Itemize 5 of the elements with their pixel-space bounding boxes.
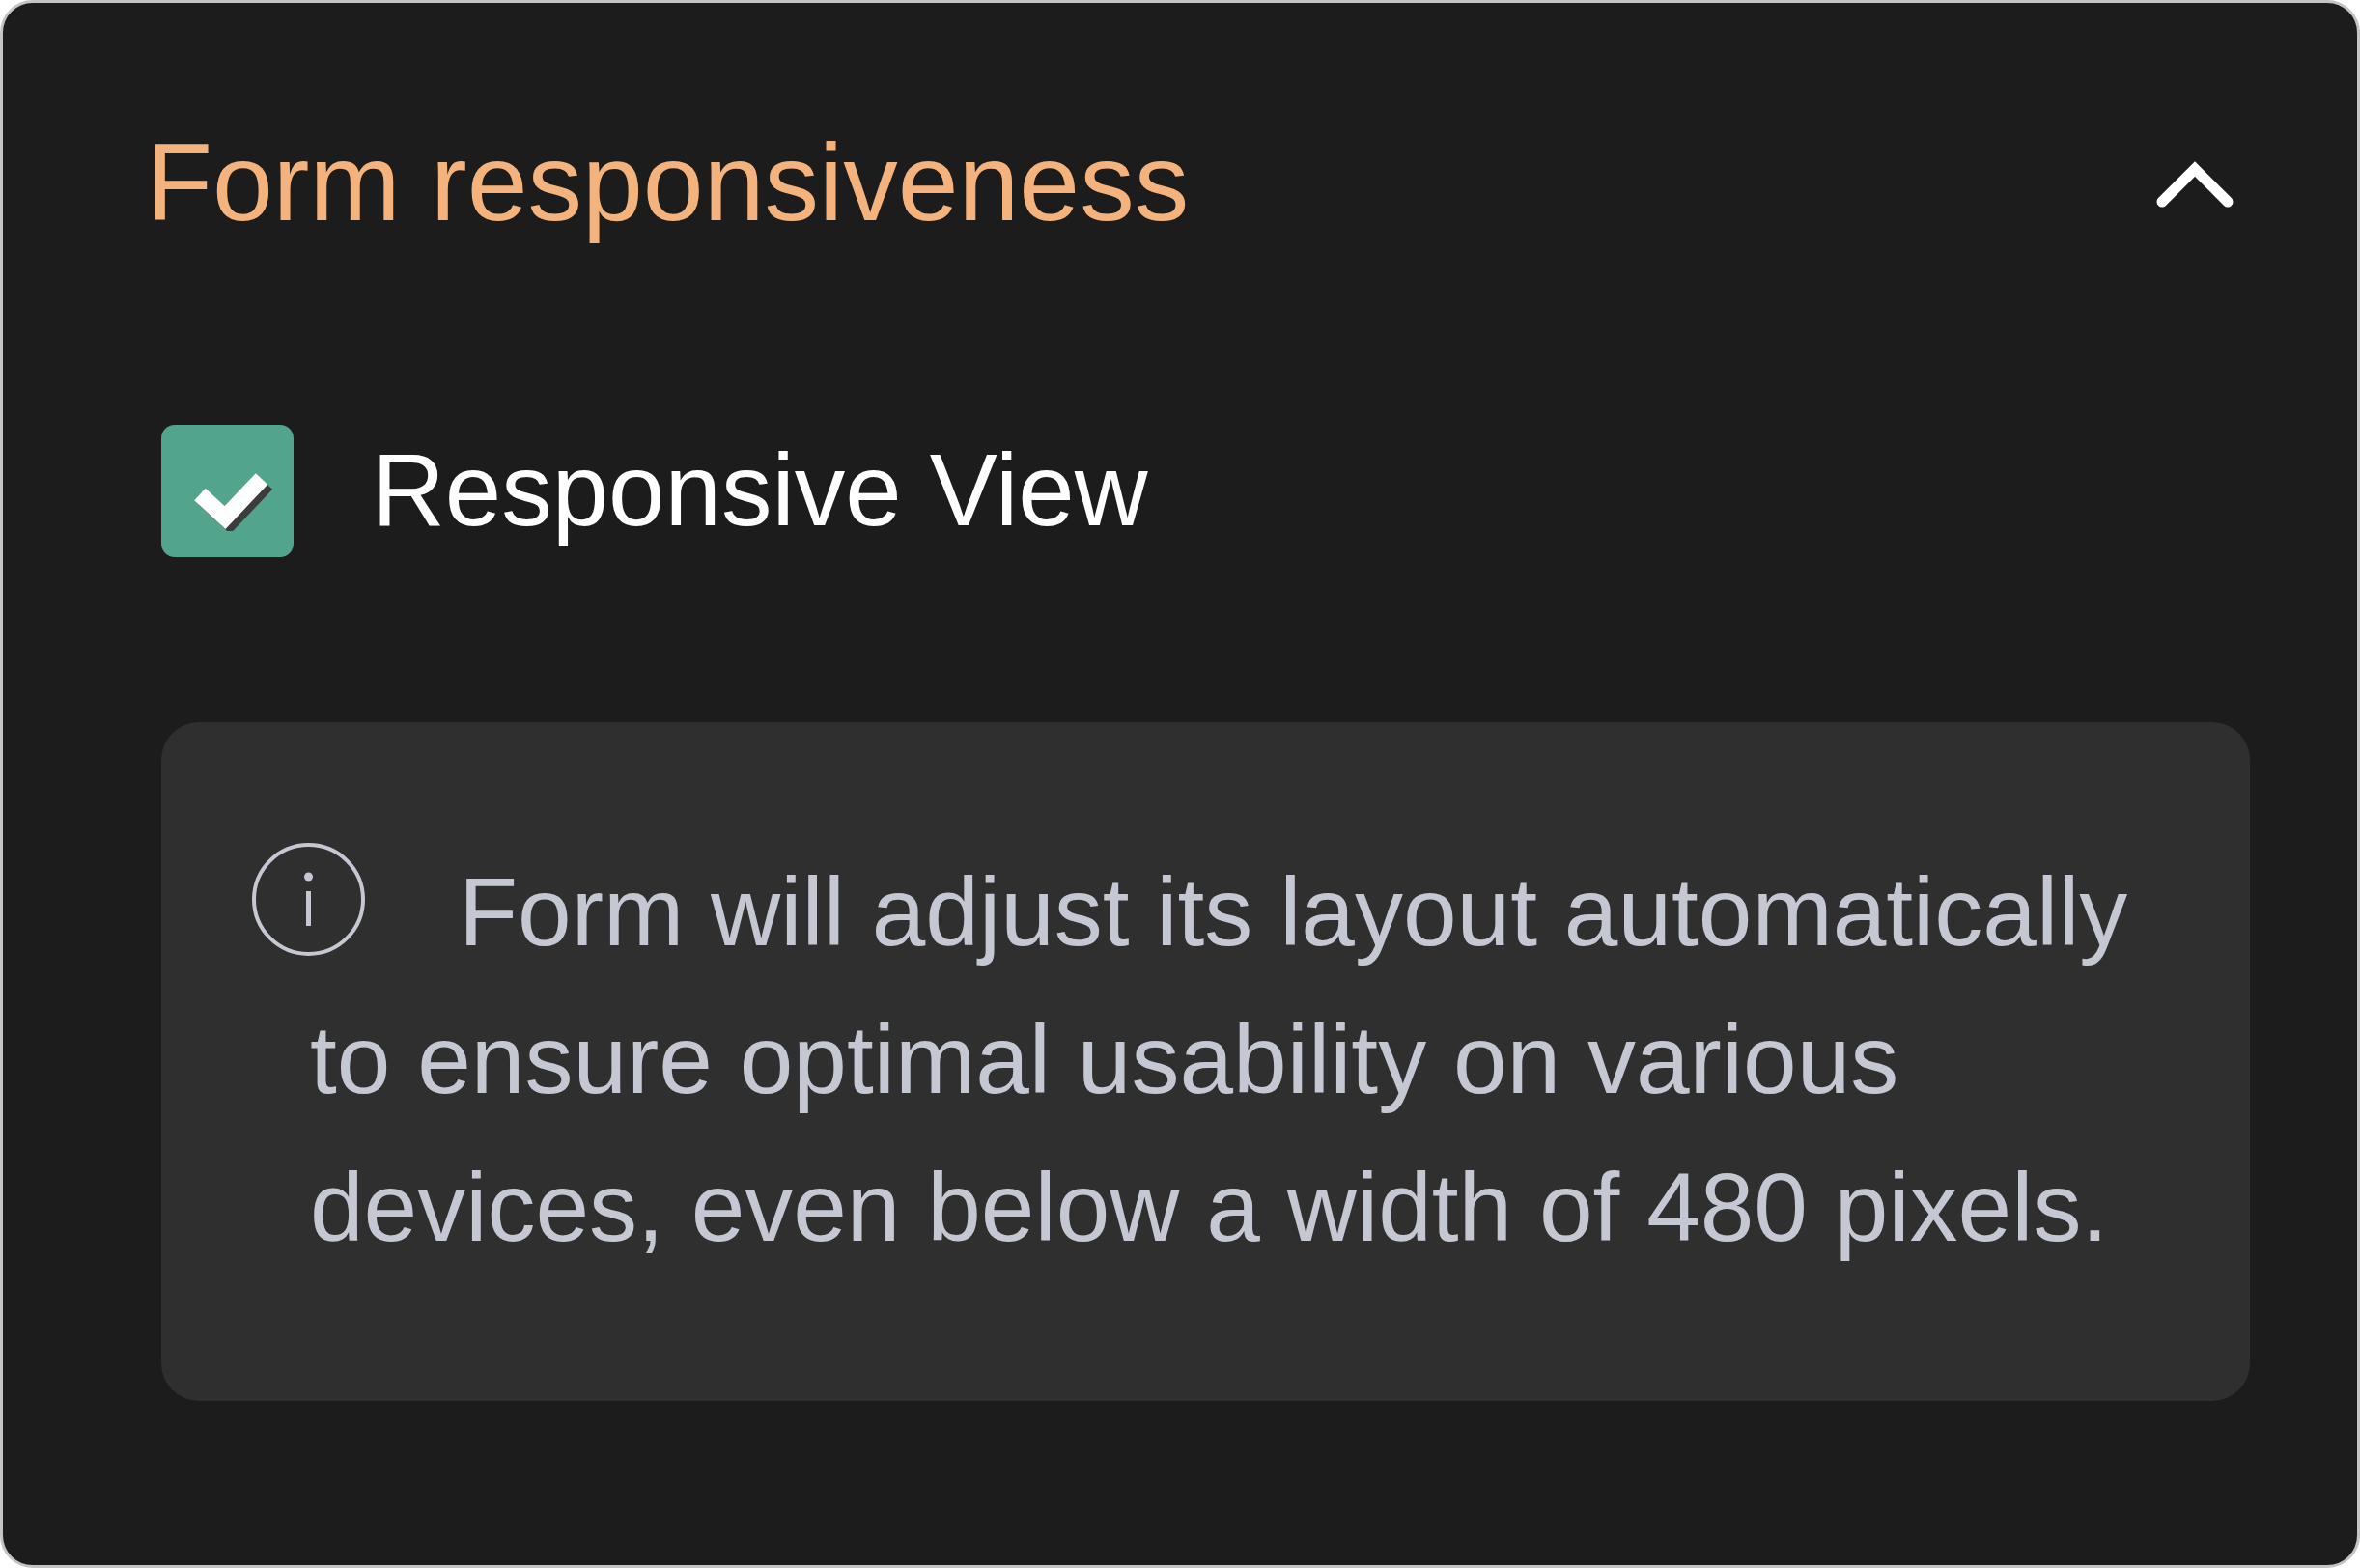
section-title: Form responsiveness bbox=[146, 121, 1190, 245]
checkbox-label[interactable]: Responsive View bbox=[372, 430, 1148, 552]
info-icon bbox=[252, 842, 365, 956]
info-text: Form will adjust its layout automatically to ensure optimal usability on various devices, even below a width of 480 pixels. bbox=[310, 856, 2128, 1261]
checkbox[interactable] bbox=[161, 424, 294, 557]
